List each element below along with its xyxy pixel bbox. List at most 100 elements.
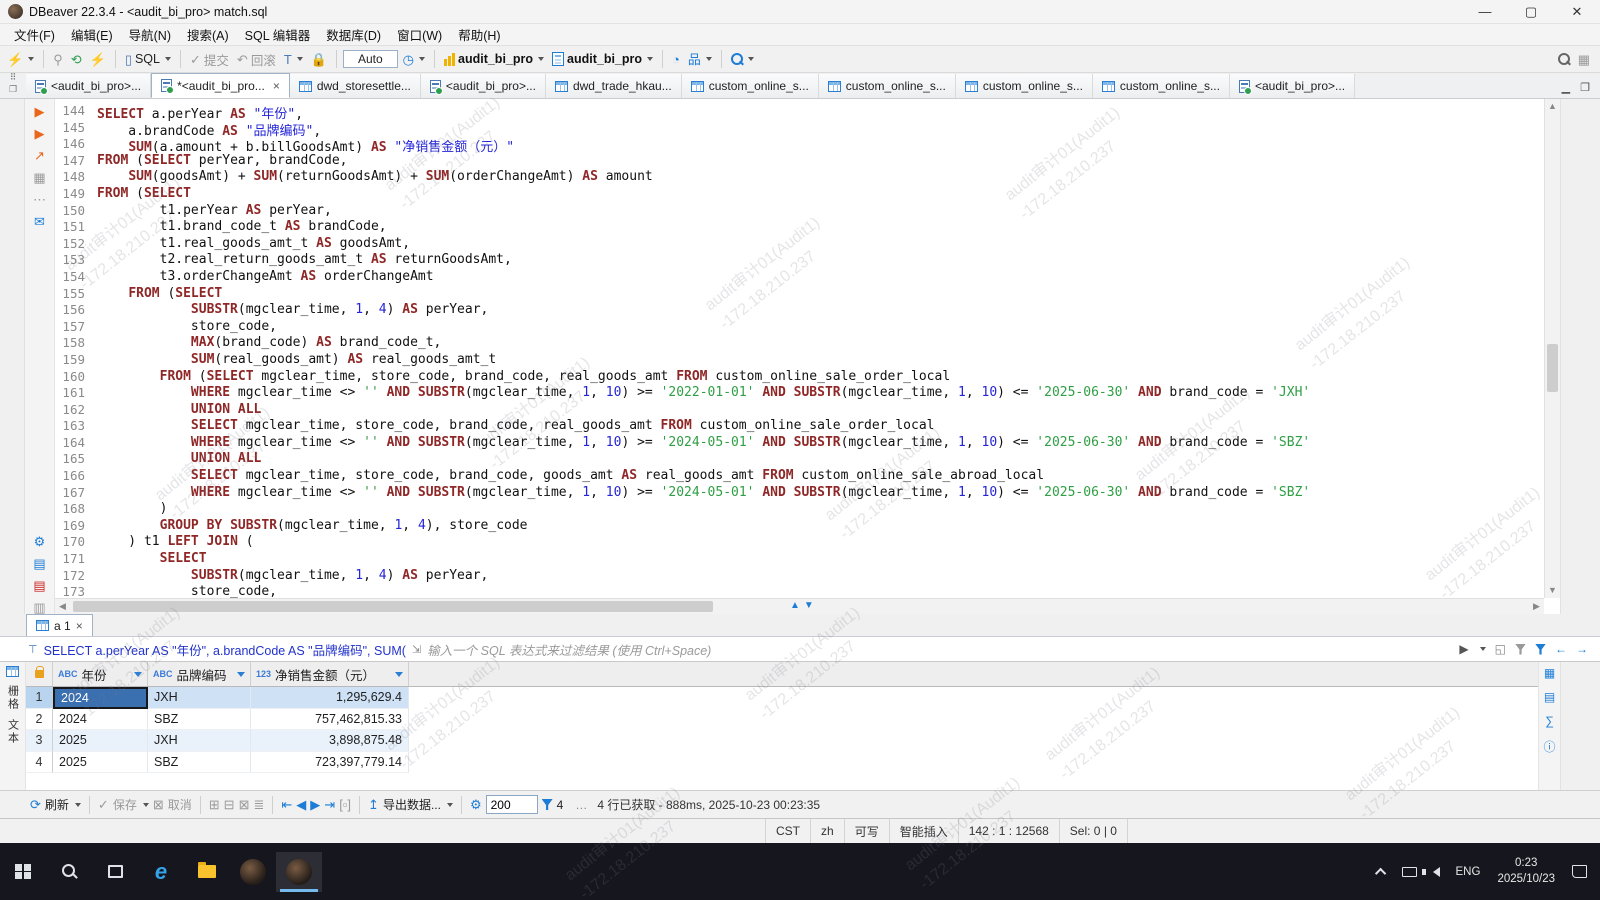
refresh-icon[interactable]: ⟳	[30, 798, 41, 811]
menu-item-7[interactable]: 帮助(H)	[450, 23, 508, 46]
apply-filter-icon[interactable]: ▶	[1459, 642, 1468, 656]
code-area[interactable]: 144SELECT a.perYear AS "年份",145 a.brandC…	[55, 99, 1544, 598]
tasks-button[interactable]: 品	[685, 51, 715, 68]
code-line[interactable]: 148 SUM(goodsAmt) + SUM(returnGoodsAmt) …	[55, 169, 1544, 186]
sash-up-icon[interactable]: ▲	[790, 600, 800, 611]
transaction-log-button[interactable]: T	[281, 51, 306, 68]
row-number[interactable]: 2	[26, 709, 53, 731]
sort-dropdown-icon[interactable]	[395, 672, 403, 677]
code-line[interactable]: 168 )	[55, 501, 1544, 518]
scroll-right-icon[interactable]: ▶	[1529, 599, 1544, 614]
code-line[interactable]: 163 SELECT mgclear_time, store_code, bra…	[55, 418, 1544, 435]
fetch-all-icon[interactable]: [▫]	[339, 798, 351, 811]
menu-item-2[interactable]: 导航(N)	[121, 23, 179, 46]
quick-search-icon[interactable]	[1558, 53, 1570, 65]
sort-dropdown-icon[interactable]	[134, 672, 142, 677]
filter-input[interactable]: 输入一个 SQL 表达式来过滤结果 (使用 Ctrl+Space)	[427, 640, 1453, 659]
minimize-editor-icon[interactable]: ▁	[1562, 81, 1570, 94]
grid-cell[interactable]: JXH	[148, 730, 251, 752]
task-view-button[interactable]	[92, 852, 138, 892]
more-actions-icon[interactable]: ⋯	[33, 193, 46, 206]
save-to-file-icon[interactable]: ▤	[33, 557, 45, 570]
close-icon[interactable]: ×	[76, 619, 83, 633]
editor-tab-7[interactable]: custom_online_s...	[956, 74, 1093, 98]
grid-cell[interactable]: SBZ	[148, 752, 251, 774]
fetch-size-input[interactable]	[486, 795, 538, 814]
filter-clear-icon[interactable]	[1515, 644, 1526, 655]
grid-cell[interactable]: 723,397,779.14	[251, 752, 409, 774]
restore-view-icon[interactable]: ❐	[9, 84, 17, 95]
last-page-icon[interactable]: ⇥	[324, 798, 335, 811]
app-button-2-active[interactable]	[276, 852, 322, 892]
scroll-down-icon[interactable]: ▼	[1545, 583, 1560, 598]
editor-tab-0[interactable]: <audit_bi_pro>...	[26, 74, 151, 98]
settings-gear-icon[interactable]: ⚙	[34, 535, 46, 548]
code-line[interactable]: 155 FROM (SELECT	[55, 286, 1544, 303]
grid-settings-gear-icon[interactable]: ⚙	[470, 798, 482, 811]
editor-tab-9[interactable]: <audit_bi_pro>...	[1230, 74, 1355, 98]
column-header-1[interactable]: ABC品牌编码	[148, 662, 251, 686]
table-row[interactable]: 32025JXH3,898,875.48	[26, 730, 1538, 752]
table-row[interactable]: 42025SBZ723,397,779.14	[26, 752, 1538, 774]
panel-metadata-icon[interactable]: ⓘ	[1543, 738, 1555, 755]
code-line[interactable]: 146 SUM(a.amount + b.billGoodsAmt) AS "净…	[55, 136, 1544, 153]
sort-dropdown-icon[interactable]	[237, 672, 245, 677]
edit-row-icon[interactable]: ≣	[253, 798, 264, 811]
code-line[interactable]: 154 t3.orderChangeAmt AS orderChangeAmt	[55, 269, 1544, 286]
code-line[interactable]: 167 WHERE mgclear_time <> '' AND SUBSTR(…	[55, 485, 1544, 502]
filter-icon[interactable]	[1535, 644, 1546, 655]
more-dots-icon[interactable]: ⠿	[10, 72, 17, 83]
grid-cell[interactable]: 757,462,815.33	[251, 709, 409, 731]
load-from-file-icon[interactable]: ▤	[33, 579, 45, 592]
row-number[interactable]: 4	[26, 752, 53, 774]
start-button[interactable]	[0, 852, 46, 892]
editor-tab-1[interactable]: *<audit_bi_pro...×	[151, 73, 290, 98]
minimize-button[interactable]: —	[1462, 0, 1508, 23]
text-view-label[interactable]: 文本	[5, 719, 21, 745]
code-line[interactable]: 173 store_code,	[55, 584, 1544, 598]
code-line[interactable]: 159 SUM(real_goods_amt) AS real_goods_am…	[55, 352, 1544, 369]
edge-button[interactable]: e	[138, 852, 184, 892]
menu-item-0[interactable]: 文件(F)	[6, 23, 63, 46]
result-tab[interactable]: a 1 ×	[26, 614, 93, 636]
app-button-1[interactable]	[230, 852, 276, 892]
maximize-editor-icon[interactable]: ❐	[1580, 81, 1590, 94]
code-line[interactable]: 144SELECT a.perYear AS "年份",	[55, 103, 1544, 120]
code-line[interactable]: 162 UNION ALL	[55, 402, 1544, 419]
connection-selector[interactable]: audit_bi_pro	[441, 50, 547, 68]
panel-aggregate-icon[interactable]: ∑	[1545, 714, 1554, 728]
duplicate-row-icon[interactable]: ⊟	[224, 798, 235, 811]
code-line[interactable]: 172 SUBSTR(mgclear_time, 1, 4) AS perYea…	[55, 568, 1544, 585]
taskbar-clock[interactable]: 0:232025/10/23	[1489, 856, 1563, 887]
column-header-2[interactable]: 123净销售金额（元）	[251, 662, 409, 686]
code-line[interactable]: 157 store_code,	[55, 319, 1544, 336]
tray-expand-button[interactable]	[1371, 864, 1393, 880]
grid-view-label[interactable]: 栅格	[5, 685, 21, 711]
output-log-icon[interactable]: ▥	[33, 601, 45, 614]
cancel-button[interactable]: 取消	[168, 796, 192, 813]
editor-tab-8[interactable]: custom_online_s...	[1093, 74, 1230, 98]
file-explorer-button[interactable]	[184, 852, 230, 892]
row-number[interactable]: 3	[26, 730, 53, 752]
menu-item-6[interactable]: 窗口(W)	[389, 23, 450, 46]
grid-cell[interactable]: 2025	[53, 730, 148, 752]
code-line[interactable]: 152 t1.real_goods_amt_t AS goodsAmt,	[55, 236, 1544, 253]
row-number[interactable]: 1	[26, 687, 53, 709]
erase-filter-icon[interactable]: ◱	[1495, 642, 1506, 656]
menu-item-1[interactable]: 编辑(E)	[63, 23, 121, 46]
grid-cell[interactable]: 2025	[53, 752, 148, 774]
menu-item-3[interactable]: 搜索(A)	[179, 23, 237, 46]
open-perspective-icon[interactable]: ▦	[1578, 53, 1590, 66]
code-line[interactable]: 171 SELECT	[55, 551, 1544, 568]
vertical-scrollbar[interactable]: ▲ ▼	[1544, 99, 1560, 598]
table-row[interactable]: 12024JXH1,295,629.4	[26, 687, 1538, 709]
code-line[interactable]: 149FROM (SELECT	[55, 186, 1544, 203]
execute-script-icon[interactable]: ↗	[34, 149, 45, 162]
grid-cell[interactable]: JXH	[148, 687, 251, 709]
editor-tab-3[interactable]: <audit_bi_pro>...	[421, 74, 546, 98]
rollback-button[interactable]: ↶回滚	[234, 48, 279, 71]
grid-cell[interactable]: 2024	[53, 709, 148, 731]
schema-selector[interactable]: audit_bi_pro	[549, 50, 656, 68]
next-page-icon[interactable]: ▶	[310, 798, 320, 811]
grid-cell[interactable]: 1,295,629.4	[251, 687, 409, 709]
